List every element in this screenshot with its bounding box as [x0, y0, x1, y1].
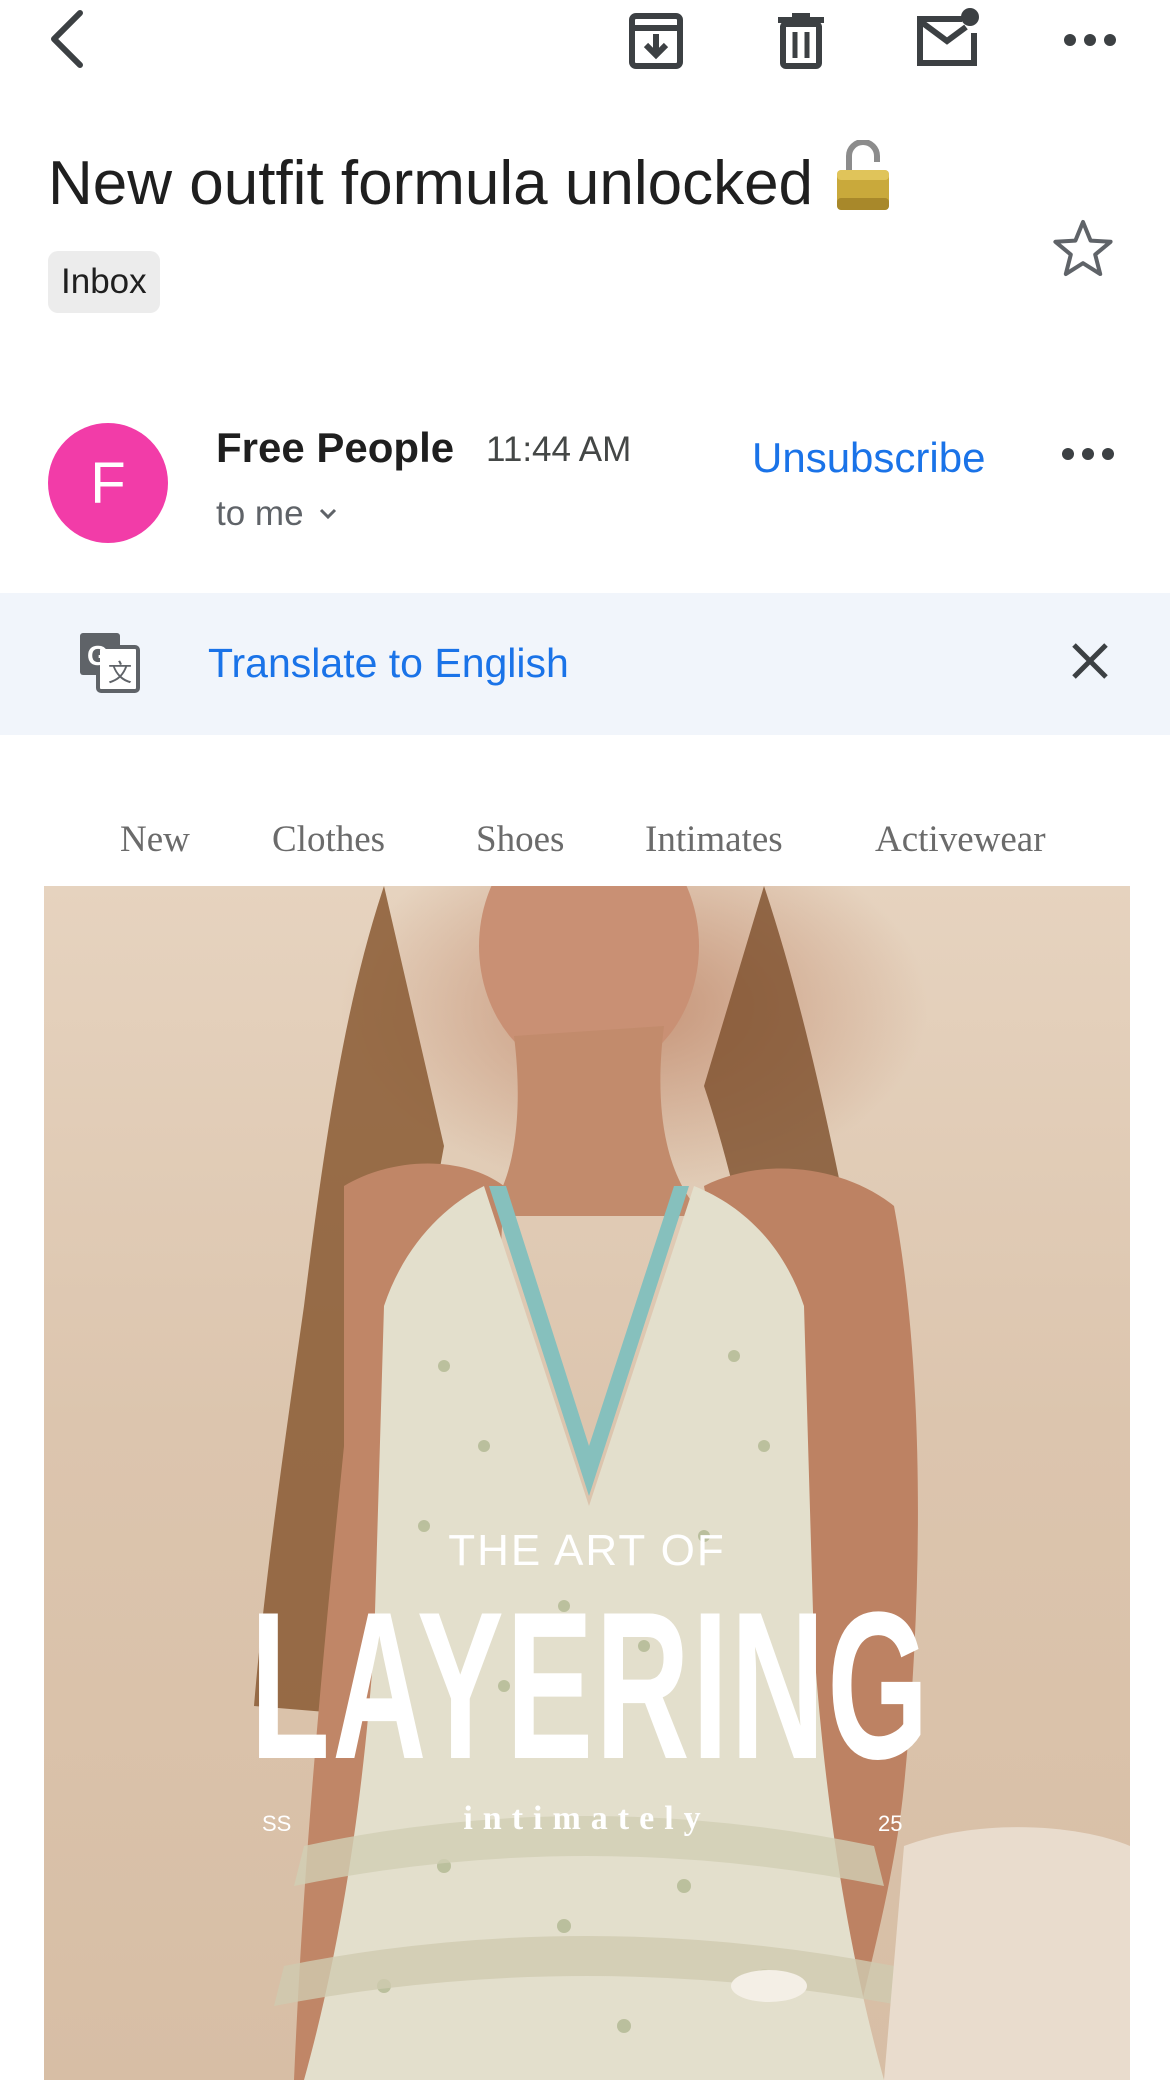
dismiss-translate-button[interactable] [1068, 639, 1112, 688]
star-icon [1053, 220, 1113, 276]
hero-photo-illustration [254, 886, 1130, 2080]
chevron-down-icon [319, 508, 336, 520]
close-icon [1072, 643, 1108, 679]
back-arrow-icon [51, 10, 83, 68]
hero-year-mark: 25 [878, 1811, 903, 1836]
mail-unread-icon [917, 8, 979, 66]
message-more-button[interactable] [1062, 447, 1114, 466]
nav-link-shoes[interactable]: Shoes [476, 818, 564, 861]
mark-unread-button[interactable] [914, 6, 980, 68]
back-button[interactable] [44, 8, 88, 70]
archive-button[interactable] [626, 10, 686, 72]
top-toolbar [0, 0, 1170, 90]
newsletter-nav: New Clothes Shoes Intimates Activewear [0, 812, 1170, 872]
hero-image[interactable]: THE ART OF LAYERING intimately SS 25 [44, 886, 1130, 2080]
recipient-details-toggle[interactable]: to me [216, 494, 338, 534]
translate-banner: G 文 Translate to English [0, 593, 1170, 735]
archive-icon [629, 13, 683, 69]
nav-link-clothes[interactable]: Clothes [272, 818, 385, 861]
sender-avatar[interactable]: F [48, 423, 168, 543]
email-subject: New outfit formula unlocked [48, 139, 891, 234]
svg-text:G: G [87, 640, 109, 671]
more-horizontal-icon [1062, 448, 1114, 460]
nav-link-intimates[interactable]: Intimates [645, 818, 783, 861]
hero-subtitle: intimately [463, 1800, 711, 1837]
unsubscribe-link[interactable]: Unsubscribe [752, 434, 985, 482]
sender-name: Free People [216, 424, 455, 471]
open-lock-icon [835, 139, 891, 234]
recipient-text: to me [216, 494, 304, 533]
email-view: New outfit formula unlocked Inbox F Free… [0, 0, 1170, 2080]
delete-button[interactable] [774, 10, 828, 72]
nav-link-activewear[interactable]: Activewear [875, 818, 1046, 861]
subject-text: New outfit formula unlocked [48, 149, 814, 218]
sent-time: 11:44 AM [486, 430, 632, 469]
svg-text:文: 文 [108, 660, 132, 687]
more-options-button[interactable] [1062, 22, 1118, 58]
star-button[interactable] [1052, 218, 1114, 283]
google-translate-icon: G 文 [78, 631, 140, 698]
nav-link-new[interactable]: New [120, 818, 190, 861]
hero-season-mark: SS [262, 1811, 292, 1836]
more-horizontal-icon [1064, 34, 1116, 46]
trash-icon [778, 13, 824, 69]
translate-link[interactable]: Translate to English [208, 640, 569, 687]
hero-title: LAYERING [250, 1568, 931, 1803]
inbox-label-chip[interactable]: Inbox [48, 251, 160, 313]
